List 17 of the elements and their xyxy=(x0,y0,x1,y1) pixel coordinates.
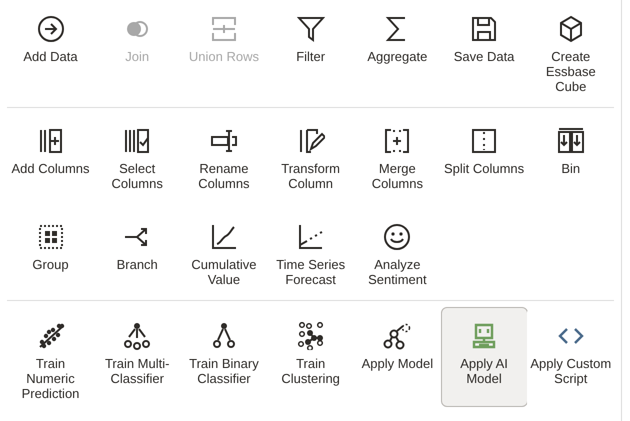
rising-curve-icon xyxy=(210,223,238,251)
dotted-trend-icon xyxy=(296,223,325,251)
plus-frame-icon xyxy=(210,15,238,43)
merge-columns-icon xyxy=(383,127,412,155)
scatter-line-icon xyxy=(36,322,64,350)
filter-icon xyxy=(296,15,325,43)
smiley-icon xyxy=(383,223,412,251)
split-columns-icon xyxy=(470,127,498,155)
linked-nodes-icon xyxy=(383,322,412,350)
clusters-icon xyxy=(296,322,325,350)
tree-nodes-icon xyxy=(123,322,152,350)
rename-icon xyxy=(210,127,238,155)
tool-button[interactable]: Apply AI Model xyxy=(440,307,528,407)
columns-check-icon xyxy=(123,127,152,155)
dotted-grid-icon xyxy=(36,223,64,251)
arrow-circle-icon xyxy=(36,15,64,43)
bins-icon xyxy=(556,127,585,155)
